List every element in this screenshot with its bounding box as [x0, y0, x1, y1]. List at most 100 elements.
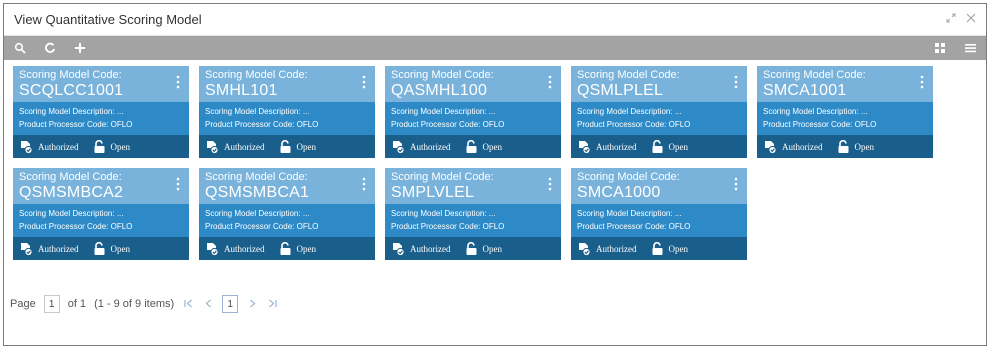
auth-status-label: Authorized: [38, 141, 79, 152]
tile-header: Scoring Model Code: QASMHL100: [385, 66, 561, 102]
code-label: Scoring Model Code:: [577, 171, 680, 183]
tile-footer: Authorized Open: [385, 237, 561, 260]
authorized-status: Authorized: [577, 140, 637, 154]
scoring-model-tile[interactable]: Scoring Model Code: QSMLPLEL Scoring Mod…: [571, 66, 747, 158]
more-options-icon[interactable]: [362, 177, 366, 191]
titlebar: View Quantitative Scoring Model: [4, 4, 986, 36]
more-options-icon[interactable]: [548, 75, 552, 89]
last-page-icon[interactable]: [266, 297, 278, 311]
auth-status-label: Authorized: [38, 243, 79, 254]
more-options-icon[interactable]: [176, 177, 180, 191]
unlock-icon: [652, 139, 662, 153]
scoring-model-code: SMCA1001: [763, 82, 847, 99]
code-label: Scoring Model Code:: [391, 69, 494, 81]
authorized-icon: [21, 242, 33, 256]
scoring-model-description: Scoring Model Description: ...: [391, 209, 496, 218]
code-label: Scoring Model Code:: [391, 171, 494, 183]
tile-footer: Authorized Open: [199, 135, 375, 158]
unlock-icon: [466, 139, 476, 153]
tile-header: Scoring Model Code: SMCA1000: [571, 168, 747, 204]
auth-status-label: Authorized: [596, 141, 637, 152]
scoring-model-tile[interactable]: Scoring Model Code: SMHL101 Scoring Mode…: [199, 66, 375, 158]
search-icon[interactable]: [12, 40, 28, 56]
tile-footer: Authorized Open: [13, 135, 189, 158]
scoring-model-tile[interactable]: Scoring Model Code: QSMSMBCA2 Scoring Mo…: [13, 168, 189, 260]
scoring-model-code: QSMLPLEL: [577, 82, 664, 99]
tile-body: Scoring Model Description: ... Product P…: [199, 204, 375, 237]
item-range-text: (1 - 9 of 9 items): [94, 298, 175, 310]
tile-footer: Authorized Open: [199, 237, 375, 260]
product-processor-code: Product Processor Code: OFLO: [19, 222, 133, 231]
record-status-label: Open: [296, 243, 317, 254]
more-options-icon[interactable]: [734, 75, 738, 89]
more-options-icon[interactable]: [176, 75, 180, 89]
authorized-status: Authorized: [19, 140, 79, 154]
product-processor-code: Product Processor Code: OFLO: [391, 222, 505, 231]
authorized-status: Authorized: [577, 242, 637, 256]
unlock-icon: [838, 139, 848, 153]
scoring-model-tile[interactable]: Scoring Model Code: SMCA1000 Scoring Mod…: [571, 168, 747, 260]
tile-grid: Scoring Model Code: SCQLCC1001 Scoring M…: [13, 66, 953, 260]
record-status-label: Open: [482, 141, 503, 152]
auth-status-label: Authorized: [596, 243, 637, 254]
add-icon[interactable]: [72, 40, 88, 56]
list-view-icon[interactable]: [962, 40, 978, 56]
record-status-label: Open: [110, 141, 131, 152]
record-status-label: Open: [854, 141, 875, 152]
scoring-model-tile[interactable]: Scoring Model Code: SMPLVLEL Scoring Mod…: [385, 168, 561, 260]
scoring-model-description: Scoring Model Description: ...: [577, 209, 682, 218]
authorized-status: Authorized: [19, 242, 79, 256]
scoring-model-code: QSMSMBCA2: [19, 184, 124, 201]
record-status: Open: [93, 241, 131, 256]
scoring-model-description: Scoring Model Description: ...: [391, 107, 496, 116]
close-icon[interactable]: [966, 13, 976, 26]
scoring-model-tile[interactable]: Scoring Model Code: QSMSMBCA1 Scoring Mo…: [199, 168, 375, 260]
product-processor-code: Product Processor Code: OFLO: [577, 120, 691, 129]
more-options-icon[interactable]: [548, 177, 552, 191]
code-label: Scoring Model Code:: [577, 69, 680, 81]
first-page-icon[interactable]: [182, 297, 194, 311]
authorized-status: Authorized: [763, 140, 823, 154]
more-options-icon[interactable]: [920, 75, 924, 89]
auth-status-label: Authorized: [224, 243, 265, 254]
scoring-model-code: QSMSMBCA1: [205, 184, 310, 201]
page-of-text: of 1: [67, 298, 87, 310]
scoring-model-tile[interactable]: Scoring Model Code: SCQLCC1001 Scoring M…: [13, 66, 189, 158]
tile-header: Scoring Model Code: QSMSMBCA1: [199, 168, 375, 204]
more-options-icon[interactable]: [362, 75, 366, 89]
scoring-model-description: Scoring Model Description: ...: [205, 209, 310, 218]
scoring-model-tile[interactable]: Scoring Model Code: SMCA1001 Scoring Mod…: [757, 66, 933, 158]
grid-view-icon[interactable]: [932, 40, 948, 56]
more-options-icon[interactable]: [734, 177, 738, 191]
unlock-icon: [94, 139, 104, 153]
tile-footer: Authorized Open: [385, 135, 561, 158]
tile-header: Scoring Model Code: SCQLCC1001: [13, 66, 189, 102]
unlock-icon: [280, 139, 290, 153]
tile-body: Scoring Model Description: ... Product P…: [13, 102, 189, 135]
authorized-icon: [21, 140, 33, 154]
tile-footer: Authorized Open: [13, 237, 189, 260]
code-label: Scoring Model Code:: [19, 171, 122, 183]
product-processor-code: Product Processor Code: OFLO: [205, 120, 319, 129]
previous-page-icon[interactable]: [202, 297, 214, 311]
page-input[interactable]: 1: [43, 295, 60, 313]
authorized-icon: [207, 242, 219, 256]
record-status: Open: [279, 241, 317, 256]
record-status-label: Open: [110, 243, 131, 254]
unlock-icon: [94, 241, 104, 255]
authorized-icon: [765, 140, 777, 154]
current-page-button[interactable]: 1: [222, 295, 239, 313]
tile-body: Scoring Model Description: ... Product P…: [757, 102, 933, 135]
page-title: View Quantitative Scoring Model: [14, 12, 202, 27]
authorized-icon: [393, 242, 405, 256]
scoring-model-description: Scoring Model Description: ...: [763, 107, 868, 116]
authorized-status: Authorized: [391, 242, 451, 256]
scoring-model-tile[interactable]: Scoring Model Code: QASMHL100 Scoring Mo…: [385, 66, 561, 158]
authorized-icon: [579, 242, 591, 256]
tile-header: Scoring Model Code: SMHL101: [199, 66, 375, 102]
refresh-icon[interactable]: [42, 40, 58, 56]
expand-icon[interactable]: [946, 13, 956, 26]
authorized-status: Authorized: [205, 140, 265, 154]
code-label: Scoring Model Code:: [205, 69, 308, 81]
next-page-icon[interactable]: [246, 297, 258, 311]
